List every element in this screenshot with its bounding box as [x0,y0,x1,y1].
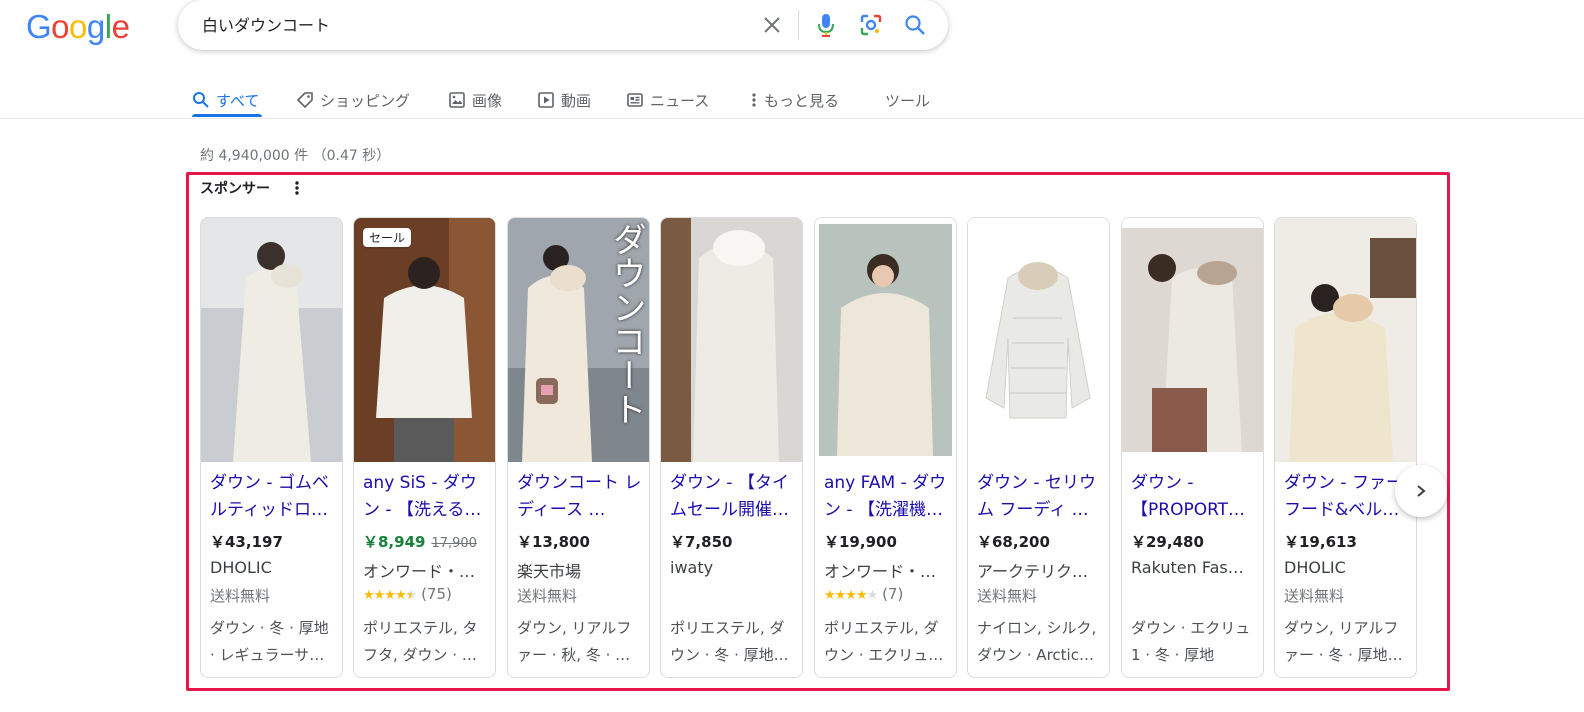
product-title[interactable]: ダウン - 【タイムセール開催… [670,470,796,524]
active-tab-indicator [192,114,262,117]
merchant-name: オンワード・… [363,562,476,581]
tab-videos[interactable]: 動画 [537,83,591,117]
product-title[interactable]: ダウン - 【PROPORT… [1131,470,1257,524]
image-icon [449,92,465,108]
product-price: ￥43,197 [210,533,283,551]
merchant-name: Rakuten Fas… [1131,558,1244,577]
tab-label: もっと見る [764,91,840,110]
product-card[interactable]: ダウンコート ダウンコート レディース … ￥13,800 楽天市場 送料無料 … [507,217,650,678]
product-attributes: ナイロン, シルク, ダウン · Arctic… [977,619,1097,664]
merchant-name: iwaty [670,558,714,577]
carousel-next-button[interactable] [1395,465,1447,517]
sale-badge: セール [363,228,412,247]
search-input[interactable] [200,13,744,34]
product-card[interactable]: ダウン - 【タイムセール開催… ￥7,850 iwaty ポリエステル, ダウ… [660,217,803,678]
tab-tools[interactable]: ツール [885,83,930,117]
tab-label: ショッピング [320,91,411,110]
sponsored-label: スポンサー [200,181,270,197]
search-box[interactable] [178,0,948,50]
shipping-label: 送料無料 [210,587,271,605]
search-divider [798,10,799,40]
search-icon[interactable] [903,13,927,37]
tab-news[interactable]: ニュース [626,83,709,117]
product-card[interactable]: any FAM - ダウン - 【洗濯機… ￥19,900 オンワード・… ★★… [814,217,957,678]
more-vert-icon [752,93,756,107]
product-price: ￥19,613 [1284,533,1357,551]
rating: ★★★★★★ (75) [363,585,489,603]
play-icon [538,92,554,108]
product-attributes: ダウン, リアルファー · 冬 · 厚地… [1284,619,1403,664]
lens-icon[interactable] [859,13,883,37]
star-rating-icon: ★★★★★★ [363,588,417,603]
result-stats: 約 4,940,000 件 （0.47 秒） [200,148,391,164]
tab-more[interactable]: もっと見る [750,83,839,117]
product-card[interactable]: ダウン - ファーフード&ベル… ￥19,613 DHOLIC 送料無料 ダウン… [1274,217,1417,678]
shipping-label: 送料無料 [517,587,578,605]
microphone-icon[interactable] [814,13,838,37]
product-image[interactable] [815,218,956,462]
tab-label: すべて [216,91,260,110]
sponsored-menu-icon[interactable] [290,178,304,198]
product-image[interactable] [968,218,1109,462]
product-attributes: ポリエステル, ダウン · エクリュ… [824,619,944,664]
product-price: ￥13,800 [517,533,590,551]
product-image[interactable] [1122,218,1263,462]
product-image[interactable] [201,218,342,462]
merchant-name: アークテリク… [977,562,1089,581]
product-title[interactable]: ダウンコート レディース … [517,470,643,524]
product-card[interactable]: ダウン - 【PROPORT… ￥29,480 Rakuten Fas… ダウン… [1121,217,1264,678]
review-count: (75) [421,585,452,603]
clear-icon[interactable] [760,13,784,37]
product-image[interactable] [661,218,802,462]
merchant-name: DHOLIC [210,558,272,577]
header-divider [0,118,1584,119]
product-attributes: ポリエステル, ダウン · 冬 · 厚地… [670,619,789,664]
tab-images[interactable]: 画像 [448,83,502,117]
shipping-label: 送料無料 [977,587,1038,605]
google-logo[interactable]: Google [26,8,130,46]
product-card[interactable]: ダウン - ゴムベルティッドロ… ￥43,197 DHOLIC 送料無料 ダウン… [200,217,343,678]
image-overlay-text: ダウンコート [606,222,646,426]
news-icon [627,93,643,107]
product-title[interactable]: ダウン - ゴムベルティッドロ… [210,470,336,524]
tab-label: ツール [885,91,931,110]
shipping-label: 送料無料 [1284,587,1345,605]
product-price: ￥8,949 17,900 [363,531,477,552]
sale-price: ￥8,949 [363,533,426,551]
merchant-name: 楽天市場 [517,562,582,581]
product-price: ￥7,850 [670,533,733,551]
search-icon [193,92,209,108]
chevron-right-icon [1417,485,1426,497]
product-attributes: ダウン, リアルファー · 秋, 冬 · … [517,619,632,664]
product-title[interactable]: any SiS - ダウン - 【洗える… [363,470,489,524]
product-title[interactable]: ダウン - ファーフード&ベル… [1284,470,1410,524]
product-card[interactable]: ダウン - セリウム フーディ … ￥68,200 アークテリク… 送料無料 ナ… [967,217,1110,678]
tab-all[interactable]: すべて [192,83,259,117]
merchant-name: オンワード・… [824,562,937,581]
merchant-name: DHOLIC [1284,558,1346,577]
tab-label: 画像 [472,91,503,110]
original-price: 17,900 [431,536,477,551]
tab-shopping[interactable]: ショッピング [296,83,410,117]
star-rating-icon: ★★★★★ [824,588,878,603]
tag-icon [296,92,313,109]
product-card[interactable]: セール any SiS - ダウン - 【洗える… ￥8,949 17,900 オ… [353,217,496,678]
tab-label: ニュース [650,91,710,110]
product-title[interactable]: ダウン - セリウム フーディ … [977,470,1103,524]
product-price: ￥19,900 [824,533,897,551]
product-attributes: ダウン · エクリュ 1 · 冬 · 厚地 [1131,619,1251,664]
rating: ★★★★★ (7) [824,585,950,603]
product-attributes: ポリエステル, タフタ, ダウン · … [363,619,478,664]
product-attributes: ダウン · 冬 · 厚地 · レギュラーサ… [210,619,329,664]
product-title[interactable]: any FAM - ダウン - 【洗濯機… [824,470,950,524]
product-price: ￥29,480 [1131,533,1204,551]
review-count: (7) [882,585,904,603]
product-image[interactable] [1275,218,1416,462]
tab-label: 動画 [561,91,592,110]
product-price: ￥68,200 [977,533,1050,551]
product-image[interactable] [354,218,495,462]
